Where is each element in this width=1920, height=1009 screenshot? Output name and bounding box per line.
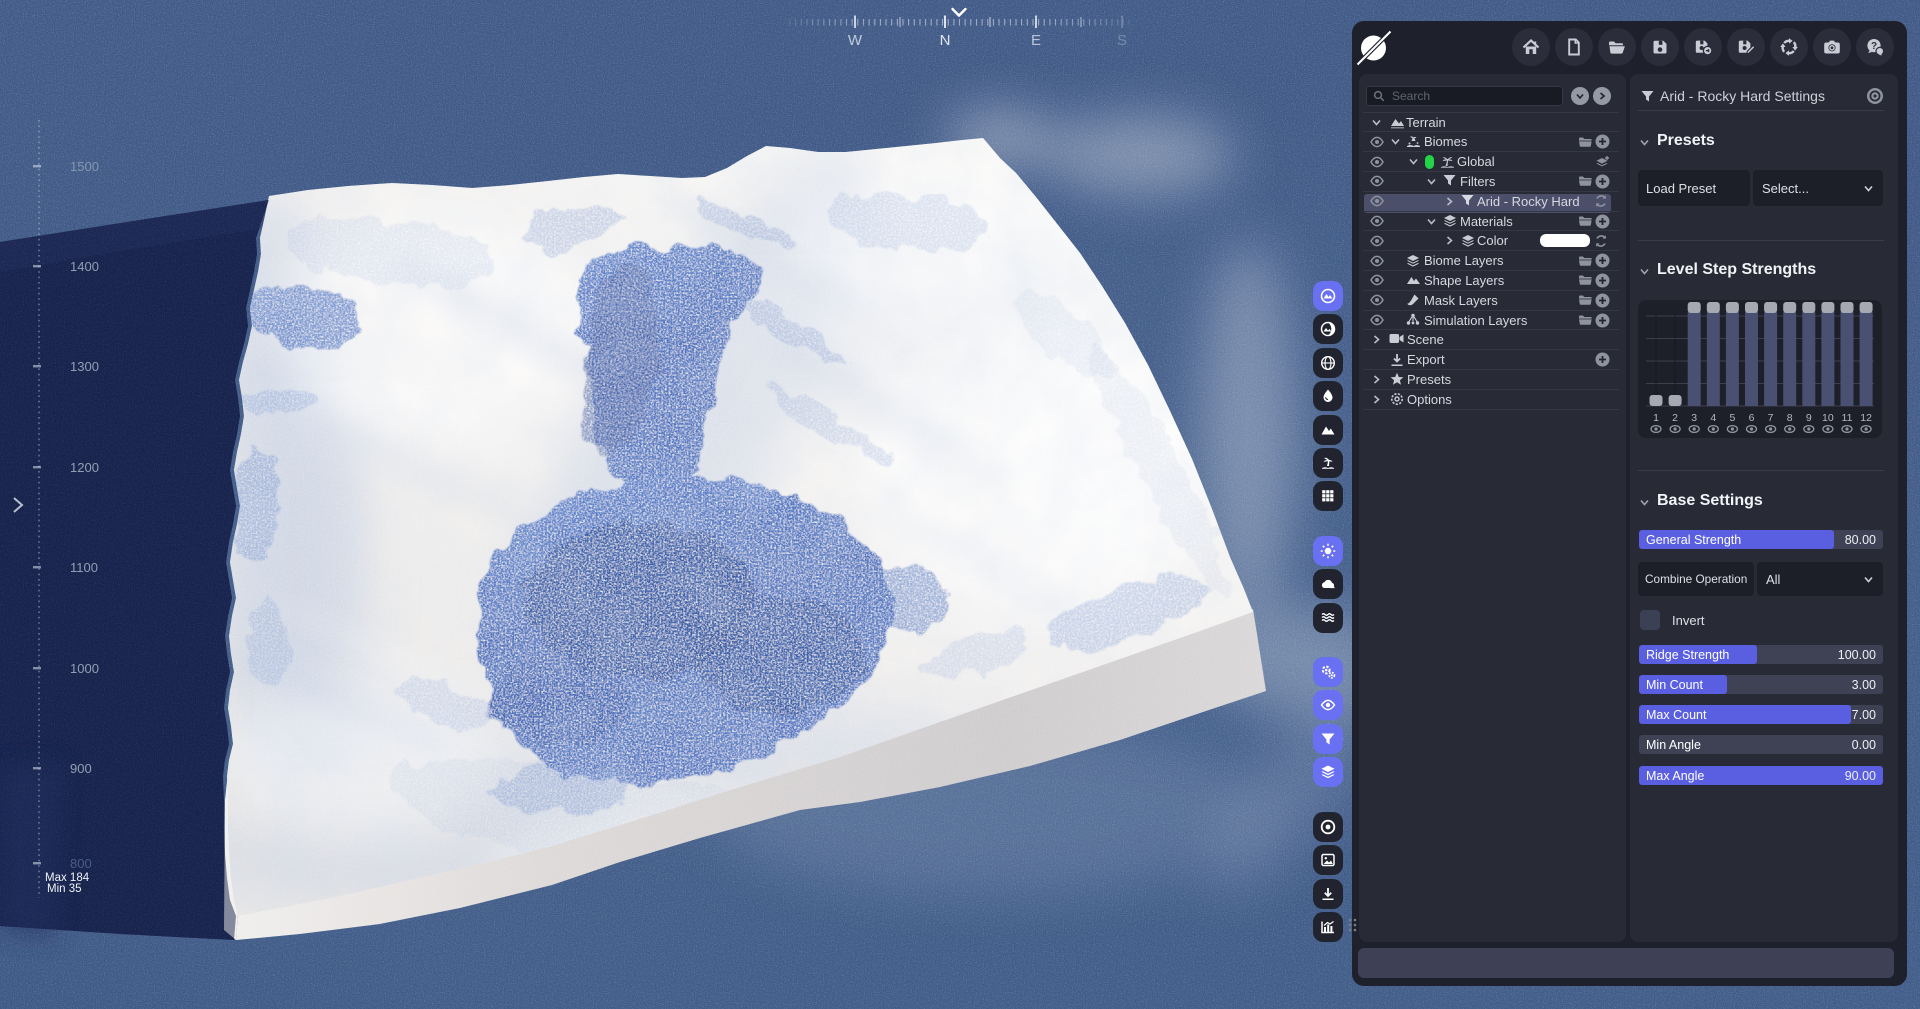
svg-text:7: 7 [1768, 412, 1774, 424]
svg-text:1400: 1400 [70, 259, 99, 274]
svg-text:1300: 1300 [70, 359, 99, 374]
svg-text:10: 10 [1822, 412, 1834, 424]
svg-text:9: 9 [1806, 412, 1812, 424]
svg-text:11: 11 [1842, 412, 1853, 424]
svg-text:2: 2 [1672, 412, 1678, 424]
svg-text:W: W [848, 32, 863, 49]
svg-text:4: 4 [1710, 412, 1716, 424]
svg-text:12: 12 [1860, 412, 1872, 424]
svg-text:1200: 1200 [70, 460, 99, 475]
svg-text:1000: 1000 [70, 661, 99, 676]
svg-text:1500: 1500 [70, 159, 99, 174]
svg-text:5: 5 [1729, 412, 1735, 424]
svg-text:1: 1 [1653, 412, 1659, 424]
svg-text:3: 3 [1691, 412, 1697, 424]
svg-text:E: E [1031, 32, 1041, 49]
svg-text:Min 35: Min 35 [47, 883, 82, 895]
svg-text:1100: 1100 [70, 560, 98, 575]
svg-text:8: 8 [1787, 412, 1793, 424]
svg-text:S: S [1117, 32, 1127, 49]
svg-text:6: 6 [1749, 412, 1755, 424]
svg-text:800: 800 [70, 856, 92, 871]
svg-text:900: 900 [70, 761, 92, 776]
svg-text:N: N [940, 32, 951, 49]
